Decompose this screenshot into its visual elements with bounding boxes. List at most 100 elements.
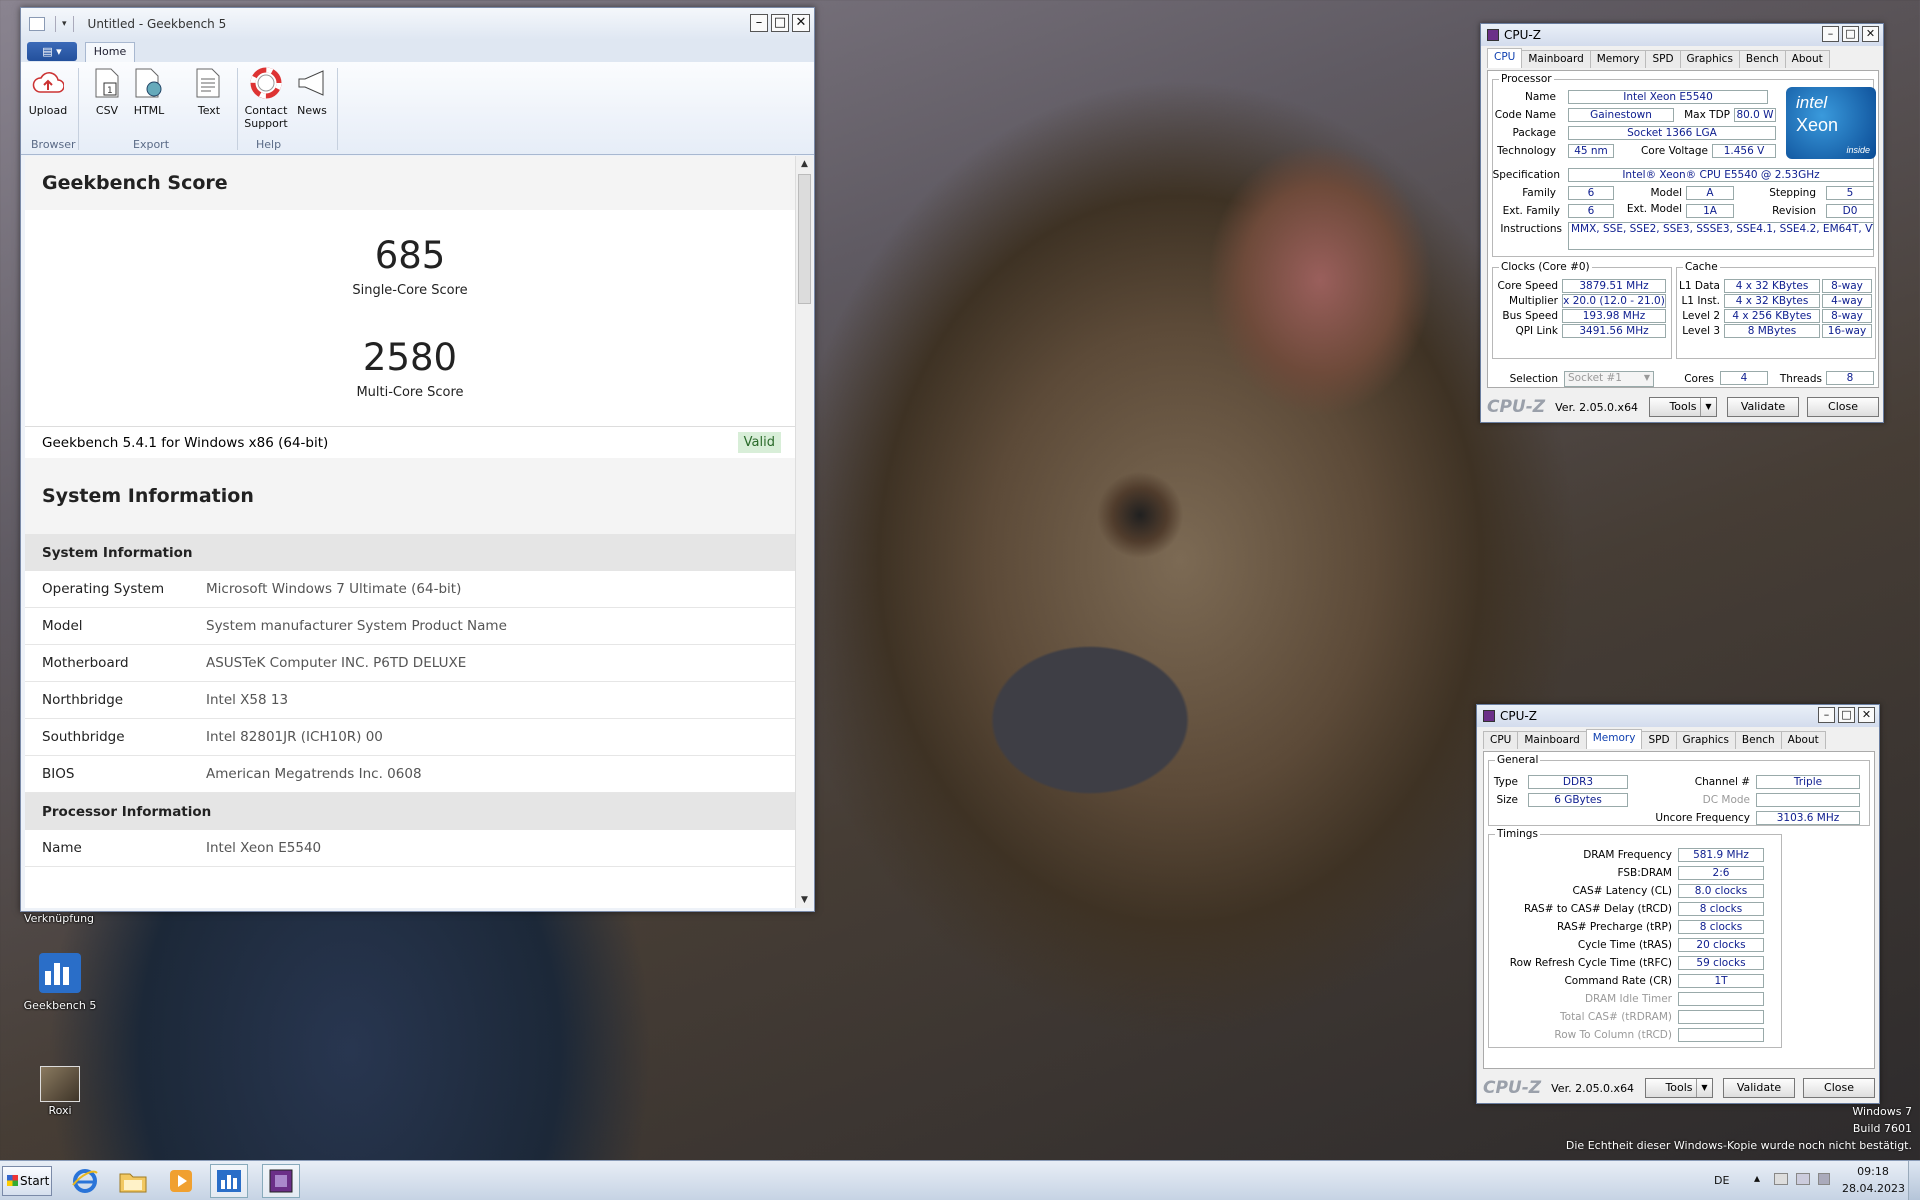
system-tray: DE ▴ 09:18 28.04.2023 — [1710, 1161, 1920, 1200]
revision-field: D0 — [1826, 204, 1874, 218]
network-icon[interactable] — [1796, 1173, 1810, 1185]
tab-memory[interactable]: Memory — [1589, 50, 1647, 68]
tab-spd[interactable]: SPD — [1641, 731, 1677, 749]
close-button[interactable]: Close — [1807, 397, 1879, 417]
tab-spd[interactable]: SPD — [1645, 50, 1681, 68]
app-icon[interactable] — [29, 17, 45, 31]
minimize-button[interactable]: – — [1818, 707, 1835, 723]
news-button[interactable]: News — [293, 66, 331, 117]
tab-cpu[interactable]: CPU — [1483, 731, 1519, 749]
tab-about[interactable]: About — [1784, 50, 1830, 68]
geekbench-taskbar-icon[interactable] — [210, 1164, 248, 1198]
cache-ways: 8-way — [1822, 309, 1872, 323]
version-label: Ver. 2.05.0.x64 — [1555, 400, 1639, 414]
show-hidden-icons-icon[interactable]: ▴ — [1754, 1171, 1760, 1185]
window-title: Untitled - Geekbench 5 — [87, 17, 227, 31]
cores-field: 4 — [1720, 371, 1768, 385]
tab-graphics[interactable]: Graphics — [1675, 731, 1736, 749]
quick-access-dropdown-icon[interactable]: ▾ — [62, 19, 67, 29]
minimize-button[interactable]: – — [1822, 26, 1839, 42]
tab-bench[interactable]: Bench — [1734, 731, 1782, 749]
taskbar: Start DE ▴ 09:18 28.04.2023 — [0, 1160, 1920, 1200]
clock-date[interactable]: 28.04.2023 — [1842, 1182, 1905, 1195]
desktop-shortcut-label[interactable]: Verknüpfung — [14, 912, 104, 925]
scroll-thumb[interactable] — [798, 174, 811, 304]
upload-button[interactable]: Upload — [27, 66, 69, 117]
tab-cpu[interactable]: CPU — [1487, 48, 1523, 68]
scroll-down-icon[interactable]: ▼ — [796, 892, 813, 908]
cache-ways: 16-way — [1822, 324, 1872, 338]
row-value: Intel X58 13 — [206, 692, 289, 708]
timing-value: 581.9 MHz — [1678, 848, 1764, 862]
start-button[interactable]: Start — [2, 1166, 52, 1196]
timing-label: RAS# to CAS# Delay (tRCD) — [1524, 903, 1672, 915]
tab-mainboard[interactable]: Mainboard — [1521, 50, 1591, 68]
table-row: Northbridge Intel X58 13 — [25, 682, 795, 719]
cpuz-memory-window: CPU-Z – □ ✕ CPU Mainboard Memory SPD Graphic… — [1476, 704, 1880, 1104]
tab-memory[interactable]: Memory — [1585, 729, 1643, 749]
show-desktop-button[interactable] — [1908, 1161, 1920, 1200]
volume-icon[interactable] — [1818, 1173, 1830, 1185]
chevron-down-icon[interactable]: ▼ — [1696, 1079, 1712, 1097]
tools-button[interactable]: Tools ▼ — [1645, 1078, 1713, 1098]
internet-explorer-icon[interactable] — [66, 1164, 104, 1198]
validate-button[interactable]: Validate — [1727, 397, 1799, 417]
maximize-button[interactable]: □ — [771, 14, 789, 32]
desktop-icon-geekbench[interactable]: Geekbench 5 — [20, 953, 100, 1012]
tab-home[interactable]: Home — [85, 42, 135, 62]
minimize-button[interactable]: – — [750, 14, 768, 32]
row-key: Motherboard — [42, 655, 129, 671]
table-row: Model System manufacturer System Product … — [25, 608, 795, 645]
export-text-button[interactable]: Text — [189, 66, 229, 117]
file-explorer-icon[interactable] — [114, 1164, 152, 1198]
cache-label: Level 2 — [1682, 310, 1720, 322]
maximize-button[interactable]: □ — [1838, 707, 1855, 723]
tab-graphics[interactable]: Graphics — [1679, 50, 1740, 68]
close-button[interactable]: ✕ — [792, 14, 810, 32]
vertical-scrollbar[interactable]: ▲ ▼ — [795, 156, 813, 908]
application-menu-button[interactable]: ▤ ▾ — [27, 42, 77, 61]
close-button[interactable]: ✕ — [1858, 707, 1875, 723]
model-field: A — [1686, 186, 1734, 200]
tab-bench[interactable]: Bench — [1738, 50, 1786, 68]
timing-label: Row Refresh Cycle Time (tRFC) — [1509, 957, 1672, 969]
close-button[interactable]: ✕ — [1862, 26, 1879, 42]
codename-field: Gainestown — [1568, 108, 1674, 122]
tab-about[interactable]: About — [1780, 731, 1826, 749]
table-row: BIOS American Megatrends Inc. 0608 — [25, 756, 795, 793]
tools-button[interactable]: Tools ▼ — [1649, 397, 1717, 417]
cache-size: 4 x 32 KBytes — [1724, 279, 1820, 293]
export-html-button[interactable]: HTML — [129, 66, 169, 117]
cache-size: 8 MBytes — [1724, 324, 1820, 338]
table-row: Southbridge Intel 82801JR (ICH10R) 00 — [25, 719, 795, 756]
tab-strip: CPU Mainboard Memory SPD Graphics Bench About — [1477, 727, 1879, 751]
uncore-frequency-field: 3103.6 MHz — [1756, 811, 1860, 825]
text-file-icon — [192, 66, 226, 100]
media-player-icon[interactable] — [162, 1164, 200, 1198]
row-key: Operating System — [42, 581, 165, 597]
export-csv-button[interactable]: 1 CSV — [87, 66, 127, 117]
language-indicator[interactable]: DE — [1714, 1174, 1729, 1187]
timing-label: Total CAS# (tRDRAM) — [1560, 1011, 1672, 1023]
group-browser-label: Browser — [31, 138, 76, 151]
action-center-icon[interactable] — [1774, 1173, 1788, 1185]
tab-mainboard[interactable]: Mainboard — [1517, 731, 1587, 749]
selection-dropdown[interactable]: Socket #1 ▼ — [1564, 371, 1654, 387]
cpuz-taskbar-icon[interactable] — [262, 1164, 300, 1198]
contact-support-button[interactable]: Contact Support — [241, 66, 291, 130]
ext-model-field: 1A — [1686, 204, 1734, 218]
clock-time[interactable]: 09:18 — [1848, 1165, 1898, 1178]
maximize-button[interactable]: □ — [1842, 26, 1859, 42]
table-row: Motherboard ASUSTeK Computer INC. P6TD DE… — [25, 645, 795, 682]
timing-value: 8.0 clocks — [1678, 884, 1764, 898]
valid-badge: Valid — [737, 432, 781, 453]
timing-label: Cycle Time (tRAS) — [1577, 939, 1672, 951]
chevron-down-icon[interactable]: ▼ — [1700, 398, 1716, 416]
close-button[interactable]: Close — [1803, 1078, 1875, 1098]
desktop-icon-roxi[interactable]: Roxi — [30, 1066, 90, 1117]
validate-button[interactable]: Validate — [1723, 1078, 1795, 1098]
scroll-up-icon[interactable]: ▲ — [796, 156, 813, 172]
clock-value: x 20.0 (12.0 - 21.0) — [1562, 294, 1666, 308]
timing-value: 1T — [1678, 974, 1764, 988]
clock-label: Multiplier — [1509, 295, 1558, 307]
